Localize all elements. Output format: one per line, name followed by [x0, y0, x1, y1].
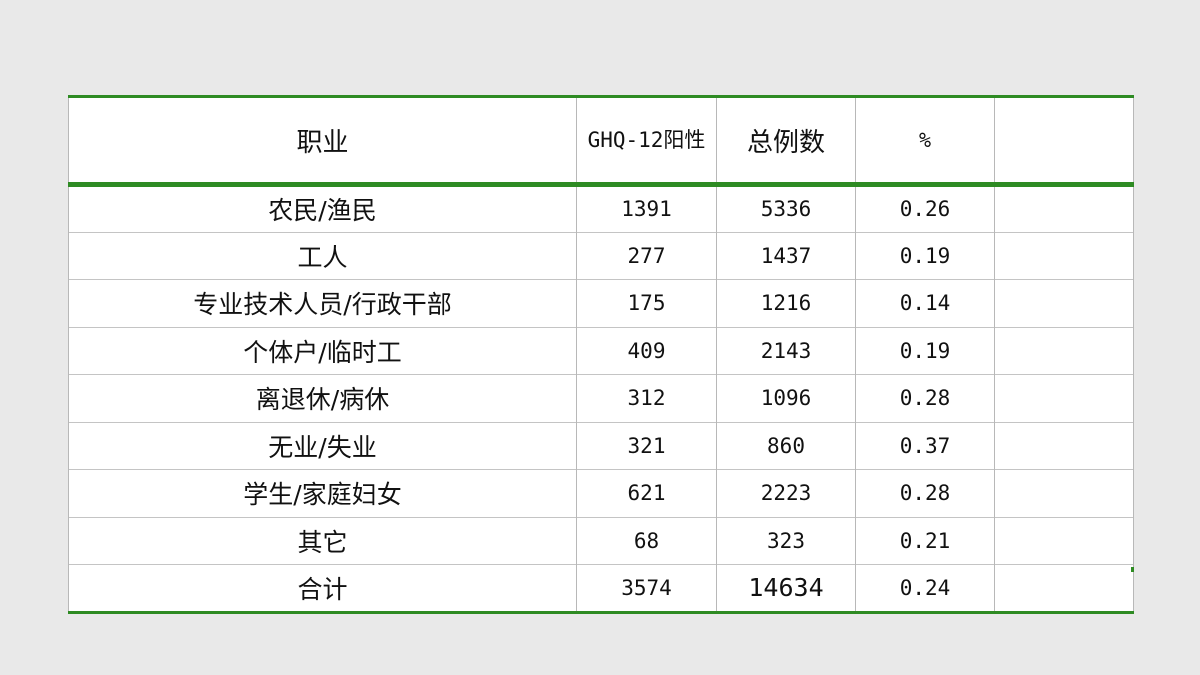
cell-occupation: 农民/渔民	[68, 184, 577, 232]
cell-total-cases: 2143	[716, 327, 856, 375]
cell-occupation: 其它	[68, 517, 577, 565]
header-ghq-positive: GHQ-12阳性	[576, 96, 717, 185]
cell-percent: 0.26	[855, 184, 995, 232]
header-occupation: 职业	[68, 96, 577, 185]
slide-canvas: 职业 GHQ-12阳性 总例数 % 农民/渔民 1391 5336 0.26 工…	[0, 0, 1200, 675]
table-header-row: 职业 GHQ-12阳性 总例数 %	[68, 96, 1134, 185]
cell-percent: 0.28	[855, 374, 995, 422]
cell-total-cases: 14634	[716, 564, 856, 612]
cell-percent: 0.24	[855, 564, 995, 612]
cell-occupation: 无业/失业	[68, 422, 577, 470]
table-row: 农民/渔民 1391 5336 0.26	[68, 184, 1134, 232]
cell-percent: 0.19	[855, 232, 995, 280]
cell-total-cases: 2223	[716, 469, 856, 517]
cell-ghq-positive: 3574	[576, 564, 717, 612]
cell-extra	[994, 469, 1134, 517]
cell-occupation: 学生/家庭妇女	[68, 469, 577, 517]
table-row: 工人 277 1437 0.19	[68, 232, 1134, 280]
cell-extra	[994, 422, 1134, 470]
cell-percent: 0.21	[855, 517, 995, 565]
cell-extra	[994, 374, 1134, 422]
header-extra	[994, 96, 1134, 185]
table-total-row: 合计 3574 14634 0.24	[68, 564, 1134, 612]
cell-occupation: 专业技术人员/行政干部	[68, 279, 577, 327]
cell-percent: 0.14	[855, 279, 995, 327]
cell-ghq-positive: 409	[576, 327, 717, 375]
cell-ghq-positive: 68	[576, 517, 717, 565]
cell-total-cases: 1096	[716, 374, 856, 422]
table-edge-mark	[1131, 567, 1134, 572]
cell-ghq-positive: 175	[576, 279, 717, 327]
occupation-ghq-table: 职业 GHQ-12阳性 总例数 % 农民/渔民 1391 5336 0.26 工…	[68, 95, 1134, 614]
table-row: 个体户/临时工 409 2143 0.19	[68, 327, 1134, 375]
header-percent: %	[855, 96, 995, 185]
cell-ghq-positive: 277	[576, 232, 717, 280]
cell-ghq-positive: 312	[576, 374, 717, 422]
table-row: 学生/家庭妇女 621 2223 0.28	[68, 469, 1134, 517]
cell-percent: 0.37	[855, 422, 995, 470]
cell-extra	[994, 517, 1134, 565]
cell-occupation: 工人	[68, 232, 577, 280]
cell-extra	[994, 184, 1134, 232]
cell-percent: 0.28	[855, 469, 995, 517]
cell-total-cases: 5336	[716, 184, 856, 232]
cell-extra	[994, 564, 1134, 612]
cell-occupation: 个体户/临时工	[68, 327, 577, 375]
cell-percent: 0.19	[855, 327, 995, 375]
cell-occupation: 合计	[68, 564, 577, 612]
table-row: 其它 68 323 0.21	[68, 517, 1134, 565]
cell-ghq-positive: 621	[576, 469, 717, 517]
cell-extra	[994, 232, 1134, 280]
cell-ghq-positive: 321	[576, 422, 717, 470]
table-row: 专业技术人员/行政干部 175 1216 0.14	[68, 279, 1134, 327]
header-total-cases: 总例数	[716, 96, 856, 185]
cell-total-cases: 860	[716, 422, 856, 470]
cell-extra	[994, 327, 1134, 375]
table-row: 离退休/病休 312 1096 0.28	[68, 374, 1134, 422]
cell-total-cases: 1216	[716, 279, 856, 327]
cell-ghq-positive: 1391	[576, 184, 717, 232]
table-row: 无业/失业 321 860 0.37	[68, 422, 1134, 470]
cell-total-cases: 1437	[716, 232, 856, 280]
cell-extra	[994, 279, 1134, 327]
cell-occupation: 离退休/病休	[68, 374, 577, 422]
cell-total-cases: 323	[716, 517, 856, 565]
